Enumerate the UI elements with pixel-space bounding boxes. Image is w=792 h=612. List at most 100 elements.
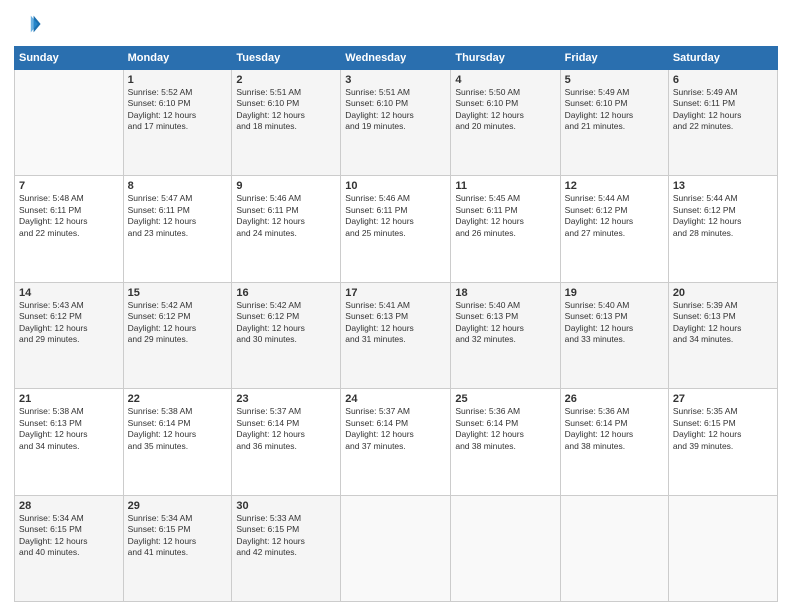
calendar-cell: 6Sunrise: 5:49 AM Sunset: 6:11 PM Daylig… bbox=[668, 70, 777, 176]
calendar-cell: 22Sunrise: 5:38 AM Sunset: 6:14 PM Dayli… bbox=[123, 389, 232, 495]
day-info: Sunrise: 5:40 AM Sunset: 6:13 PM Dayligh… bbox=[565, 300, 664, 346]
day-number: 12 bbox=[565, 180, 664, 192]
day-info: Sunrise: 5:46 AM Sunset: 6:11 PM Dayligh… bbox=[345, 193, 446, 239]
week-row-5: 28Sunrise: 5:34 AM Sunset: 6:15 PM Dayli… bbox=[15, 495, 778, 601]
weekday-header-wednesday: Wednesday bbox=[341, 47, 451, 70]
day-number: 15 bbox=[128, 287, 228, 299]
calendar-cell bbox=[668, 495, 777, 601]
weekday-header-tuesday: Tuesday bbox=[232, 47, 341, 70]
day-number: 11 bbox=[455, 180, 555, 192]
day-info: Sunrise: 5:48 AM Sunset: 6:11 PM Dayligh… bbox=[19, 193, 119, 239]
weekday-header-monday: Monday bbox=[123, 47, 232, 70]
header bbox=[14, 10, 778, 38]
calendar-cell: 2Sunrise: 5:51 AM Sunset: 6:10 PM Daylig… bbox=[232, 70, 341, 176]
calendar-cell: 28Sunrise: 5:34 AM Sunset: 6:15 PM Dayli… bbox=[15, 495, 124, 601]
day-number: 6 bbox=[673, 74, 773, 86]
day-info: Sunrise: 5:36 AM Sunset: 6:14 PM Dayligh… bbox=[455, 406, 555, 452]
week-row-3: 14Sunrise: 5:43 AM Sunset: 6:12 PM Dayli… bbox=[15, 282, 778, 388]
calendar-cell: 12Sunrise: 5:44 AM Sunset: 6:12 PM Dayli… bbox=[560, 176, 668, 282]
calendar-cell: 3Sunrise: 5:51 AM Sunset: 6:10 PM Daylig… bbox=[341, 70, 451, 176]
day-number: 9 bbox=[236, 180, 336, 192]
day-info: Sunrise: 5:44 AM Sunset: 6:12 PM Dayligh… bbox=[565, 193, 664, 239]
day-info: Sunrise: 5:33 AM Sunset: 6:15 PM Dayligh… bbox=[236, 513, 336, 559]
day-info: Sunrise: 5:37 AM Sunset: 6:14 PM Dayligh… bbox=[345, 406, 446, 452]
day-number: 25 bbox=[455, 393, 555, 405]
day-number: 18 bbox=[455, 287, 555, 299]
day-info: Sunrise: 5:42 AM Sunset: 6:12 PM Dayligh… bbox=[236, 300, 336, 346]
calendar-cell: 18Sunrise: 5:40 AM Sunset: 6:13 PM Dayli… bbox=[451, 282, 560, 388]
day-info: Sunrise: 5:50 AM Sunset: 6:10 PM Dayligh… bbox=[455, 87, 555, 133]
calendar-cell: 8Sunrise: 5:47 AM Sunset: 6:11 PM Daylig… bbox=[123, 176, 232, 282]
day-number: 19 bbox=[565, 287, 664, 299]
weekday-header-sunday: Sunday bbox=[15, 47, 124, 70]
calendar-cell: 11Sunrise: 5:45 AM Sunset: 6:11 PM Dayli… bbox=[451, 176, 560, 282]
day-info: Sunrise: 5:41 AM Sunset: 6:13 PM Dayligh… bbox=[345, 300, 446, 346]
day-info: Sunrise: 5:49 AM Sunset: 6:10 PM Dayligh… bbox=[565, 87, 664, 133]
day-number: 8 bbox=[128, 180, 228, 192]
day-number: 3 bbox=[345, 74, 446, 86]
day-info: Sunrise: 5:34 AM Sunset: 6:15 PM Dayligh… bbox=[128, 513, 228, 559]
calendar-cell: 15Sunrise: 5:42 AM Sunset: 6:12 PM Dayli… bbox=[123, 282, 232, 388]
day-number: 16 bbox=[236, 287, 336, 299]
logo bbox=[14, 10, 46, 38]
calendar-cell: 17Sunrise: 5:41 AM Sunset: 6:13 PM Dayli… bbox=[341, 282, 451, 388]
day-number: 7 bbox=[19, 180, 119, 192]
day-info: Sunrise: 5:46 AM Sunset: 6:11 PM Dayligh… bbox=[236, 193, 336, 239]
day-info: Sunrise: 5:42 AM Sunset: 6:12 PM Dayligh… bbox=[128, 300, 228, 346]
calendar-cell bbox=[15, 70, 124, 176]
calendar-cell: 26Sunrise: 5:36 AM Sunset: 6:14 PM Dayli… bbox=[560, 389, 668, 495]
calendar-cell: 29Sunrise: 5:34 AM Sunset: 6:15 PM Dayli… bbox=[123, 495, 232, 601]
day-info: Sunrise: 5:51 AM Sunset: 6:10 PM Dayligh… bbox=[345, 87, 446, 133]
calendar-cell: 27Sunrise: 5:35 AM Sunset: 6:15 PM Dayli… bbox=[668, 389, 777, 495]
calendar-cell: 23Sunrise: 5:37 AM Sunset: 6:14 PM Dayli… bbox=[232, 389, 341, 495]
page: SundayMondayTuesdayWednesdayThursdayFrid… bbox=[0, 0, 792, 612]
day-info: Sunrise: 5:34 AM Sunset: 6:15 PM Dayligh… bbox=[19, 513, 119, 559]
week-row-2: 7Sunrise: 5:48 AM Sunset: 6:11 PM Daylig… bbox=[15, 176, 778, 282]
day-info: Sunrise: 5:38 AM Sunset: 6:13 PM Dayligh… bbox=[19, 406, 119, 452]
calendar-cell: 4Sunrise: 5:50 AM Sunset: 6:10 PM Daylig… bbox=[451, 70, 560, 176]
day-number: 1 bbox=[128, 74, 228, 86]
weekday-header-friday: Friday bbox=[560, 47, 668, 70]
day-number: 23 bbox=[236, 393, 336, 405]
day-info: Sunrise: 5:40 AM Sunset: 6:13 PM Dayligh… bbox=[455, 300, 555, 346]
weekday-header-thursday: Thursday bbox=[451, 47, 560, 70]
day-number: 28 bbox=[19, 500, 119, 512]
calendar-cell: 13Sunrise: 5:44 AM Sunset: 6:12 PM Dayli… bbox=[668, 176, 777, 282]
day-number: 17 bbox=[345, 287, 446, 299]
day-number: 30 bbox=[236, 500, 336, 512]
day-number: 22 bbox=[128, 393, 228, 405]
calendar-cell: 30Sunrise: 5:33 AM Sunset: 6:15 PM Dayli… bbox=[232, 495, 341, 601]
weekday-header-saturday: Saturday bbox=[668, 47, 777, 70]
calendar-cell: 5Sunrise: 5:49 AM Sunset: 6:10 PM Daylig… bbox=[560, 70, 668, 176]
day-number: 27 bbox=[673, 393, 773, 405]
calendar-cell: 21Sunrise: 5:38 AM Sunset: 6:13 PM Dayli… bbox=[15, 389, 124, 495]
day-number: 10 bbox=[345, 180, 446, 192]
calendar-cell: 14Sunrise: 5:43 AM Sunset: 6:12 PM Dayli… bbox=[15, 282, 124, 388]
day-number: 14 bbox=[19, 287, 119, 299]
logo-icon bbox=[14, 10, 42, 38]
calendar-cell bbox=[341, 495, 451, 601]
calendar-table: SundayMondayTuesdayWednesdayThursdayFrid… bbox=[14, 46, 778, 602]
calendar-cell: 9Sunrise: 5:46 AM Sunset: 6:11 PM Daylig… bbox=[232, 176, 341, 282]
calendar-cell: 7Sunrise: 5:48 AM Sunset: 6:11 PM Daylig… bbox=[15, 176, 124, 282]
calendar-cell bbox=[451, 495, 560, 601]
day-info: Sunrise: 5:51 AM Sunset: 6:10 PM Dayligh… bbox=[236, 87, 336, 133]
day-info: Sunrise: 5:45 AM Sunset: 6:11 PM Dayligh… bbox=[455, 193, 555, 239]
day-info: Sunrise: 5:47 AM Sunset: 6:11 PM Dayligh… bbox=[128, 193, 228, 239]
day-number: 26 bbox=[565, 393, 664, 405]
day-info: Sunrise: 5:37 AM Sunset: 6:14 PM Dayligh… bbox=[236, 406, 336, 452]
day-number: 20 bbox=[673, 287, 773, 299]
day-number: 2 bbox=[236, 74, 336, 86]
day-info: Sunrise: 5:44 AM Sunset: 6:12 PM Dayligh… bbox=[673, 193, 773, 239]
calendar-cell: 20Sunrise: 5:39 AM Sunset: 6:13 PM Dayli… bbox=[668, 282, 777, 388]
day-number: 13 bbox=[673, 180, 773, 192]
day-info: Sunrise: 5:36 AM Sunset: 6:14 PM Dayligh… bbox=[565, 406, 664, 452]
week-row-1: 1Sunrise: 5:52 AM Sunset: 6:10 PM Daylig… bbox=[15, 70, 778, 176]
day-info: Sunrise: 5:52 AM Sunset: 6:10 PM Dayligh… bbox=[128, 87, 228, 133]
week-row-4: 21Sunrise: 5:38 AM Sunset: 6:13 PM Dayli… bbox=[15, 389, 778, 495]
day-number: 5 bbox=[565, 74, 664, 86]
calendar-header: SundayMondayTuesdayWednesdayThursdayFrid… bbox=[15, 47, 778, 70]
day-number: 24 bbox=[345, 393, 446, 405]
day-info: Sunrise: 5:43 AM Sunset: 6:12 PM Dayligh… bbox=[19, 300, 119, 346]
day-number: 21 bbox=[19, 393, 119, 405]
